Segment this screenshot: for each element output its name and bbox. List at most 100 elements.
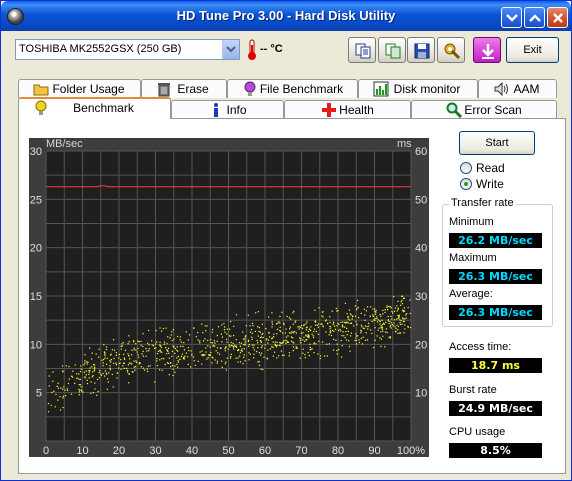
access-time-point xyxy=(91,376,93,378)
access-time-point xyxy=(240,350,242,352)
access-time-point xyxy=(380,331,382,333)
access-time-point xyxy=(357,306,359,309)
access-time-point xyxy=(55,393,57,396)
app-window: HD Tune Pro 3.00 - Hard Disk Utility TOS… xyxy=(0,0,572,481)
access-time-point xyxy=(260,354,262,356)
radio-dot[interactable] xyxy=(460,162,472,174)
tab-aam[interactable]: AAM xyxy=(478,79,557,98)
access-time-point xyxy=(267,342,269,344)
access-time-point xyxy=(329,330,332,332)
access-time-point xyxy=(185,331,187,333)
start-button[interactable]: Start xyxy=(459,131,535,155)
dropdown-arrow-icon[interactable] xyxy=(222,40,239,59)
access-time-point xyxy=(118,362,120,365)
access-time-point xyxy=(315,343,317,345)
tab-erase[interactable]: Erase xyxy=(141,79,227,98)
y-left-tick-label: 5 xyxy=(36,388,42,400)
tab-disk-monitor[interactable]: Disk monitor xyxy=(358,79,478,98)
access-time-point xyxy=(167,336,169,338)
y-left-tick-label: 15 xyxy=(30,291,42,303)
access-time-point xyxy=(392,312,394,314)
access-time-point xyxy=(325,331,327,333)
copy-info-button[interactable] xyxy=(348,37,376,63)
access-time-point xyxy=(205,351,207,353)
options-button[interactable] xyxy=(437,37,465,63)
access-time-point xyxy=(230,353,232,355)
access-time-point xyxy=(381,327,383,329)
access-time-point xyxy=(384,311,386,313)
access-time-point xyxy=(113,357,115,360)
access-time-point xyxy=(169,337,171,339)
access-time-point xyxy=(368,325,370,327)
access-time-point xyxy=(302,348,304,350)
access-time-point xyxy=(290,340,293,342)
access-time-point xyxy=(115,352,118,354)
access-time-point xyxy=(382,330,384,332)
radio-dot-selected[interactable] xyxy=(460,178,472,190)
access-time-point xyxy=(251,322,254,325)
access-time-point xyxy=(146,342,149,344)
burst-rate-value: 24.9 MB/sec xyxy=(449,401,542,416)
access-time-point xyxy=(176,363,178,365)
y-left-tick-label: 20 xyxy=(30,243,42,255)
access-time-point xyxy=(47,402,50,405)
tab-file-benchmark[interactable]: File Benchmark xyxy=(227,79,358,98)
x-tick-label: 30 xyxy=(149,445,161,457)
access-time-point xyxy=(287,341,290,343)
read-radio[interactable]: Read xyxy=(460,161,550,175)
access-time-point xyxy=(176,357,178,359)
access-time-point xyxy=(293,342,295,344)
tab-folder-usage[interactable]: Folder Usage xyxy=(18,79,141,98)
access-time-point xyxy=(321,311,323,313)
access-time-point xyxy=(288,352,291,354)
access-time-point xyxy=(116,372,119,374)
access-time-point xyxy=(341,344,343,347)
access-time-point xyxy=(85,374,87,376)
save-button[interactable] xyxy=(407,37,435,63)
access-time-point xyxy=(348,345,351,348)
access-time-point xyxy=(66,388,68,390)
access-time-point xyxy=(163,341,166,343)
title-bar[interactable]: HD Tune Pro 3.00 - Hard Disk Utility xyxy=(1,1,571,31)
download-button[interactable] xyxy=(473,37,501,63)
access-time-point xyxy=(343,335,345,337)
access-time-point xyxy=(248,352,250,354)
access-time-point xyxy=(251,332,253,334)
access-time-point xyxy=(183,358,186,360)
access-time-point xyxy=(271,326,273,328)
close-button[interactable] xyxy=(547,7,568,28)
access-time-point xyxy=(293,310,295,312)
access-time-point xyxy=(171,355,173,357)
tab-benchmark[interactable]: Benchmark xyxy=(18,97,171,119)
access-time-point xyxy=(363,308,365,310)
tab-info[interactable]: Info xyxy=(171,100,284,119)
access-time-point xyxy=(289,328,291,330)
tab-error-scan[interactable]: Error Scan xyxy=(411,100,557,119)
access-time-point xyxy=(147,365,149,367)
minimize-button[interactable] xyxy=(501,7,522,28)
copy-screenshot-button[interactable] xyxy=(378,37,406,63)
access-time-point xyxy=(276,344,278,346)
access-time-point xyxy=(259,339,261,342)
access-time-point xyxy=(216,340,218,342)
access-time-point xyxy=(109,365,111,367)
access-time-point xyxy=(91,352,93,354)
write-radio[interactable]: Write xyxy=(460,177,550,191)
access-time-point xyxy=(179,345,182,347)
access-time-point xyxy=(239,352,242,354)
access-time-point xyxy=(80,365,82,367)
access-time-point xyxy=(260,341,262,344)
access-time-point xyxy=(290,332,292,334)
access-time-point xyxy=(331,310,333,312)
drive-select[interactable]: TOSHIBA MK2552GSX (250 GB) xyxy=(15,39,240,60)
access-time-point xyxy=(273,351,276,353)
access-time-point xyxy=(401,303,404,305)
maximize-button[interactable] xyxy=(524,7,545,28)
access-time-point xyxy=(404,324,406,326)
tab-health[interactable]: Health xyxy=(284,100,411,119)
access-time-point xyxy=(118,353,120,356)
access-time-point xyxy=(84,377,86,379)
access-time-point xyxy=(137,347,139,350)
exit-button[interactable]: Exit xyxy=(506,37,559,63)
access-time-point xyxy=(380,315,382,317)
